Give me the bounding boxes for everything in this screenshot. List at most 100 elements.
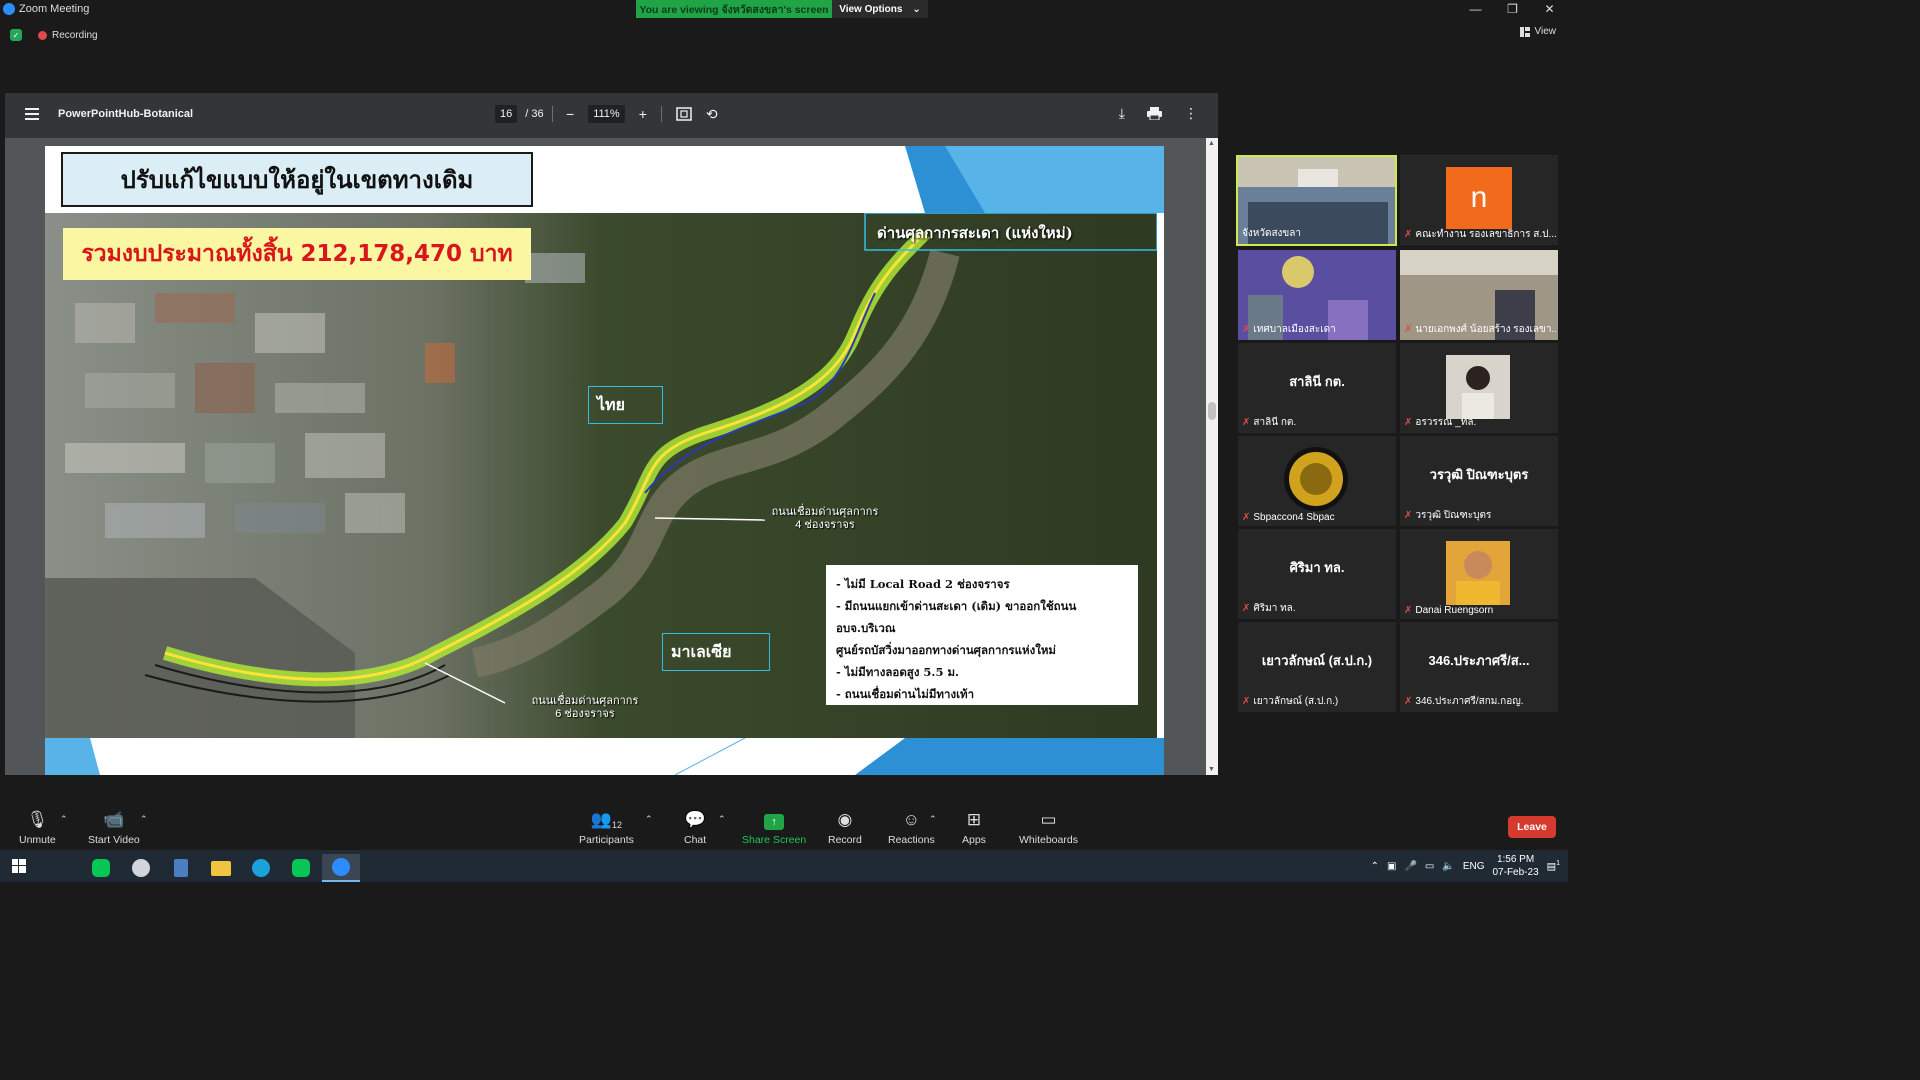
participant-tile[interactable]: ✗ Sbpaccon4 Sbpac bbox=[1238, 436, 1396, 526]
zoom-out-button[interactable]: − bbox=[566, 106, 574, 122]
leave-button[interactable]: Leave bbox=[1508, 816, 1556, 838]
video-options-chevron-icon[interactable]: ⌃ bbox=[140, 814, 148, 825]
scroll-down-icon[interactable]: ▼ bbox=[1208, 766, 1215, 773]
reactions-chevron-icon[interactable]: ⌃ bbox=[929, 814, 937, 825]
chat-button[interactable]: 💬 Chat bbox=[684, 810, 706, 846]
share-screen-label: Share Screen bbox=[742, 834, 807, 846]
taskbar-file-explorer[interactable] bbox=[202, 854, 240, 882]
scroll-up-icon[interactable]: ▲ bbox=[1208, 140, 1215, 147]
muted-mic-icon: ✗ bbox=[1404, 510, 1413, 521]
participant-name: ✗ นายเอกพงศ์ น้อยสร้าง รองเลขา... bbox=[1404, 324, 1556, 335]
record-icon: ◉ bbox=[837, 810, 853, 829]
participant-tile[interactable]: n ✗ คณะทำงาน รองเลขาธิการ ส.ป... bbox=[1400, 155, 1558, 245]
participants-chevron-icon[interactable]: ⌃ bbox=[645, 814, 653, 825]
participants-button[interactable]: 👥 12 Participants bbox=[579, 810, 634, 846]
recording-label[interactable]: Recording bbox=[52, 30, 98, 41]
clock[interactable]: 1:56 PM 07-Feb-23 bbox=[1493, 853, 1539, 879]
participant-name: จังหวัดสงขลา bbox=[1242, 228, 1302, 239]
minimize-button[interactable]: — bbox=[1457, 0, 1494, 18]
participant-tile[interactable]: ศิริมา ทล. ✗ ศิริมา ทล. bbox=[1238, 529, 1396, 619]
page-number-input[interactable]: 16 bbox=[495, 105, 518, 123]
restore-button[interactable]: ❐ bbox=[1494, 0, 1531, 18]
muted-mic-icon: 🎙 bbox=[26, 810, 49, 829]
menu-icon[interactable] bbox=[25, 108, 39, 120]
status-row: ✓ Recording View bbox=[0, 26, 1568, 44]
muted-mic-icon: ✗ bbox=[1404, 696, 1413, 707]
participant-name: ✗ คณะทำงาน รองเลขาธิการ ส.ป... bbox=[1404, 229, 1556, 240]
chevron-up-icon[interactable]: ⌃ bbox=[1371, 861, 1379, 872]
start-video-label: Start Video bbox=[88, 834, 140, 846]
download-icon[interactable]: ⤓ bbox=[1119, 105, 1125, 122]
taskbar-app-3[interactable] bbox=[122, 854, 160, 882]
participant-tile[interactable]: จังหวัดสงขลา bbox=[1236, 155, 1397, 246]
start-video-button[interactable]: 📹 Start Video bbox=[88, 810, 140, 846]
road-4-lanes-label: ถนนเชื่อมด่านศุลกากร 4 ช่องจราจร bbox=[760, 506, 890, 532]
apps-icon: ⊞ bbox=[966, 810, 982, 829]
close-button[interactable]: ✕ bbox=[1531, 0, 1568, 18]
recording-dot-icon bbox=[38, 30, 47, 40]
budget-banner: รวมงบประมาณทั้งสิ้น 212,178,470 บาท bbox=[63, 228, 531, 280]
taskbar-line-app[interactable] bbox=[82, 854, 120, 882]
view-options-button[interactable]: View Options ⌄ bbox=[832, 0, 928, 18]
malaysia-label: มาเลเซีย bbox=[662, 633, 770, 671]
notes-box: - ไม่มี Local Road 2 ช่องจราจร - มีถนนแย… bbox=[826, 565, 1138, 705]
road-6-lanes-line2: 6 ช่องจราจร bbox=[555, 708, 615, 720]
view-label: View bbox=[1534, 26, 1557, 37]
language-indicator[interactable]: ENG bbox=[1463, 861, 1485, 872]
taskbar-edge[interactable] bbox=[242, 854, 280, 882]
print-icon[interactable] bbox=[1147, 107, 1162, 120]
microphone-icon[interactable]: 🎤 bbox=[1404, 861, 1416, 872]
volume-icon[interactable]: 🔈 bbox=[1442, 861, 1454, 872]
meeting-controls: 🎙 Unmute ⌃ 📹 Start Video ⌃ 👥 12 Participa… bbox=[0, 800, 1568, 850]
unmute-button[interactable]: 🎙 Unmute bbox=[19, 810, 56, 846]
security-shield-icon[interactable]: ✓ bbox=[10, 29, 22, 41]
network-icon[interactable]: ▭ bbox=[1425, 861, 1434, 872]
zoom-window: Zoom Meeting You are viewing จังหวัดสงขล… bbox=[0, 0, 1568, 882]
road-4-lanes-line1: ถนนเชื่อมด่านศุลกากร bbox=[771, 506, 879, 518]
zoom-logo-icon bbox=[3, 3, 15, 15]
zoom-level-input[interactable]: 111% bbox=[588, 105, 625, 123]
participant-name: ✗ ศิริมา ทล. bbox=[1242, 603, 1296, 614]
taskbar-line-app-2[interactable] bbox=[282, 854, 320, 882]
record-button[interactable]: ◉ Record bbox=[828, 810, 862, 846]
scrollbar[interactable]: ▲ ▼ bbox=[1206, 138, 1218, 775]
zoom-in-button[interactable]: + bbox=[639, 106, 647, 122]
apps-button[interactable]: ⊞ Apps bbox=[962, 810, 986, 846]
note-line: - ไม่มีทางลอดสูง 5.5 ม. bbox=[836, 665, 960, 679]
chat-chevron-icon[interactable]: ⌃ bbox=[718, 814, 726, 825]
shared-screen: PowerPointHub-Botanical 16 / 36 − 111% +… bbox=[5, 93, 1218, 775]
whiteboards-button[interactable]: ▭ Whiteboards bbox=[1019, 810, 1078, 846]
participant-tile[interactable]: สาลินี กต. ✗ สาลินี กต. bbox=[1238, 343, 1396, 433]
folder-icon bbox=[211, 860, 231, 876]
participant-tile[interactable]: 346.ประภาศรี/ส... ✗ 346.ประภาศรี/สกม.กอญ. bbox=[1400, 622, 1558, 712]
participant-tile[interactable]: ✗ Danai Ruengsorn bbox=[1400, 529, 1558, 619]
note-line: ศูนย์รถบัสวิ่งมาออกทางด่านศุลกากรแห่งใหม… bbox=[836, 643, 1056, 657]
windows-start-icon[interactable] bbox=[12, 859, 26, 873]
window-controls: — ❐ ✕ bbox=[1457, 0, 1568, 18]
taskbar-app-1[interactable] bbox=[42, 854, 80, 882]
scrollbar-thumb[interactable] bbox=[1208, 402, 1216, 420]
participant-tile[interactable]: ✗ นายเอกพงศ์ น้อยสร้าง รองเลขา... bbox=[1400, 250, 1558, 340]
page-indicator: 16 / 36 bbox=[495, 105, 553, 123]
participant-tile[interactable]: วรวุฒิ ปิณฑะบุตร ✗ วรวุฒิ ปิณฑะบุตร bbox=[1400, 436, 1558, 526]
more-options-icon[interactable]: ⋮ bbox=[1184, 105, 1198, 122]
thailand-label: ไทย bbox=[588, 386, 663, 424]
chat-label: Chat bbox=[684, 834, 707, 846]
view-button[interactable]: View bbox=[1519, 26, 1557, 37]
muted-mic-icon: ✗ bbox=[1404, 229, 1413, 240]
rotate-icon[interactable]: ⟲ bbox=[706, 106, 718, 123]
fit-page-icon[interactable] bbox=[676, 107, 692, 121]
notification-icon[interactable]: ▤1 bbox=[1547, 860, 1560, 872]
share-screen-button[interactable]: ↑ Share Screen bbox=[742, 810, 806, 846]
participant-tile[interactable]: ✗ อรวรรณ _ทล. bbox=[1400, 343, 1558, 433]
reactions-button[interactable]: ☺ Reactions bbox=[888, 810, 935, 846]
taskbar-calculator[interactable] bbox=[162, 854, 200, 882]
audio-options-chevron-icon[interactable]: ⌃ bbox=[60, 814, 68, 825]
participant-tile[interactable]: เยาวลักษณ์ (ส.ป.ก.) ✗ เยาวลักษณ์ (ส.ป.ก.) bbox=[1238, 622, 1396, 712]
camera-icon[interactable]: ▣ bbox=[1387, 861, 1396, 872]
divider bbox=[660, 106, 662, 122]
pdf-toolbar: PowerPointHub-Botanical 16 / 36 − 111% +… bbox=[5, 93, 1218, 138]
participant-display-name: สาลินี กต. bbox=[1289, 374, 1345, 389]
taskbar-zoom[interactable] bbox=[322, 854, 360, 882]
participant-tile[interactable]: ✗ เทศบาลเมืองสะเดา bbox=[1238, 250, 1396, 340]
